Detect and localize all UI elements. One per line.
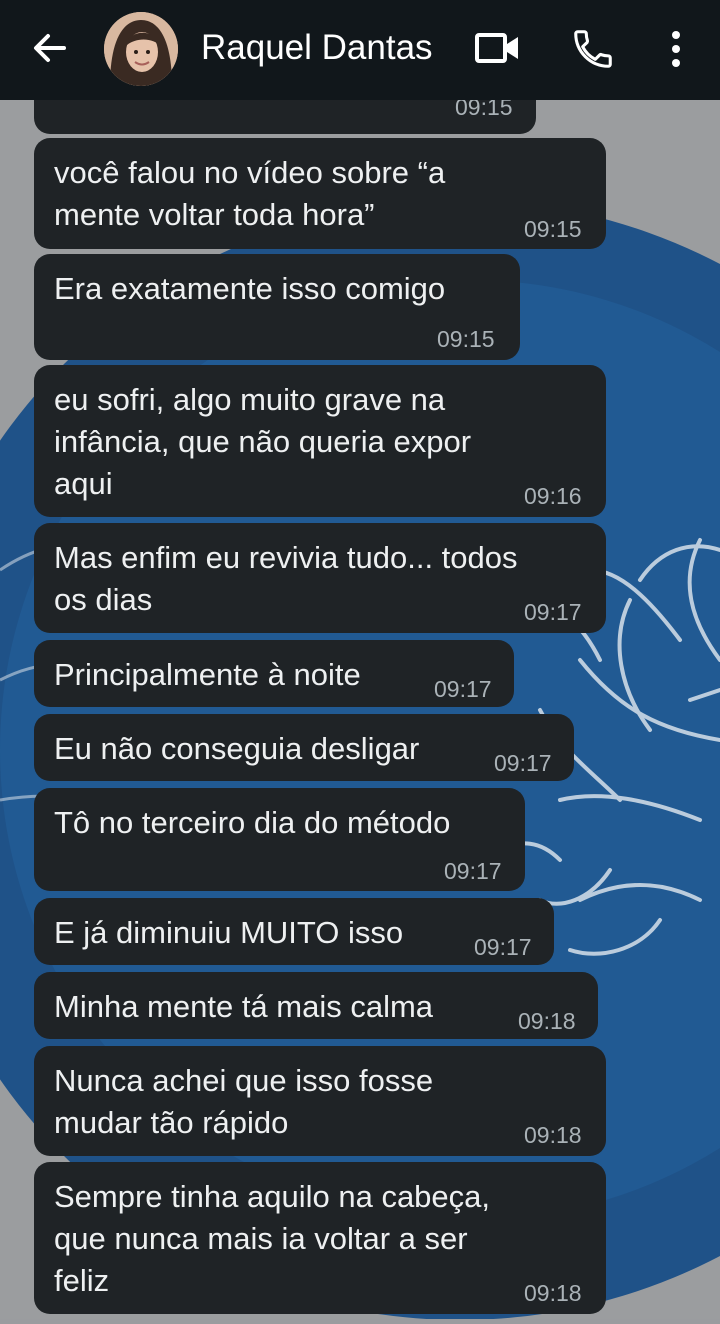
message-text: Tô no terceiro dia do método [54, 805, 451, 840]
message-time: 09:17 [434, 676, 492, 702]
phone-icon[interactable] [570, 26, 616, 72]
chat-header: Raquel Dantas [0, 0, 720, 100]
message-time: 09:18 [518, 1008, 576, 1034]
message-time: 09:16 [524, 483, 582, 509]
message-bubble[interactable]: Tô no terceiro dia do método 09:17 [34, 788, 525, 891]
message-time: 09:18 [524, 1122, 582, 1148]
message-bubble[interactable]: Mas enfim eu revivia tudo... todos os di… [34, 523, 606, 633]
message-time: 09:17 [474, 934, 532, 960]
message-bubble[interactable]: Eu não conseguia desligar 09:17 [34, 714, 574, 781]
message-text: Mas enfim eu revivia tudo... todos os di… [54, 540, 518, 617]
message-text: eu sofri, algo muito grave na infância, … [54, 382, 472, 501]
message-time: 09:17 [444, 858, 502, 884]
message-time: 09:18 [524, 1280, 582, 1306]
message-bubble[interactable]: E já diminuiu MUITO isso 09:17 [34, 898, 554, 965]
avatar[interactable] [104, 12, 178, 86]
message-text: E já diminuiu MUITO isso [54, 915, 404, 950]
video-camera-icon[interactable] [474, 30, 522, 66]
back-arrow-icon[interactable] [28, 26, 72, 70]
message-text: Nunca achei que isso fosse mudar tão ráp… [54, 1063, 434, 1140]
more-vert-icon[interactable] [664, 26, 688, 72]
message-text: Eu não conseguia desligar [54, 731, 420, 766]
message-bubble[interactable]: você falou no vídeo sobre “a mente volta… [34, 138, 606, 249]
message-text: Principalmente à noite [54, 657, 361, 692]
message-time: 09:17 [494, 750, 552, 776]
message-text: você falou no vídeo sobre “a mente volta… [54, 155, 446, 232]
message-bubble[interactable]: Sempre tinha aquilo na cabeça, que nunca… [34, 1162, 606, 1314]
message-bubble[interactable]: Nunca achei que isso fosse mudar tão ráp… [34, 1046, 606, 1156]
message-text: Sempre tinha aquilo na cabeça, que nunca… [54, 1179, 491, 1298]
message-bubble[interactable]: Era exatamente isso comigo 09:15 [34, 254, 520, 360]
message-time: 09:17 [524, 599, 582, 625]
message-time: 09:15 [524, 216, 582, 242]
message-bubble[interactable]: Minha mente tá mais calma 09:18 [34, 972, 598, 1039]
message-time: 09:15 [437, 326, 495, 352]
contact-name[interactable]: Raquel Dantas [201, 28, 433, 68]
message-text: Era exatamente isso comigo [54, 271, 446, 306]
message-text: Minha mente tá mais calma [54, 989, 434, 1024]
message-bubble[interactable]: eu sofri, algo muito grave na infância, … [34, 365, 606, 517]
message-bubble[interactable]: Principalmente à noite 09:17 [34, 640, 514, 707]
